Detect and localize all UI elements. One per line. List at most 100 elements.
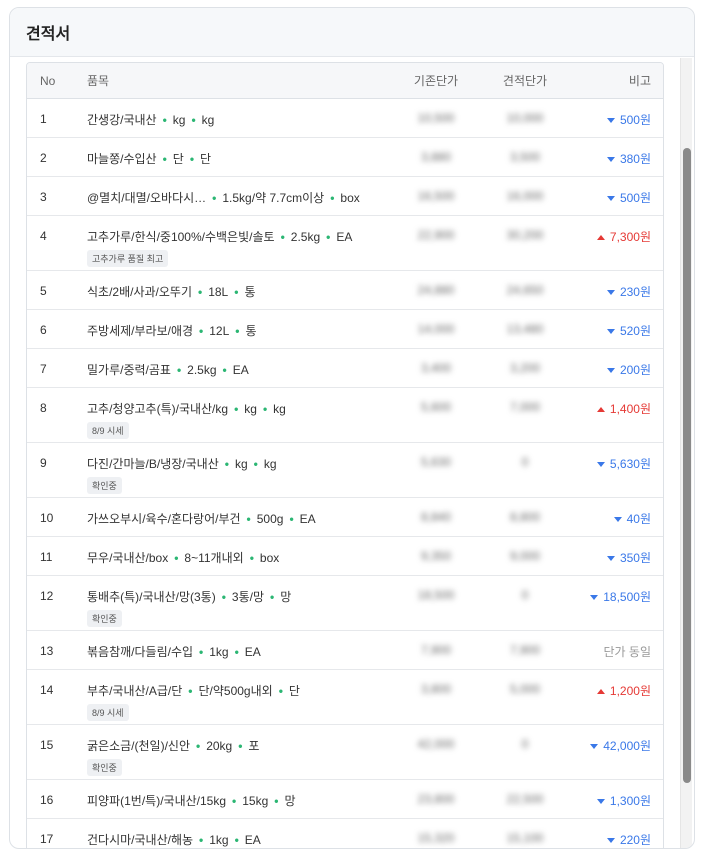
table-row[interactable]: 7 밀가루/중력/곰표 • 2.5kg • EA 3,400 3,200 200원 [27, 349, 663, 388]
item-name: 간생강/국내산 [87, 113, 157, 127]
cell-base-price: 15,320 [417, 831, 455, 845]
note-value: 220원 [619, 833, 651, 847]
item-unit: kg [263, 457, 277, 471]
item-name: 고추가루/한식/중100%/수백은빛/솔토 [87, 230, 275, 244]
cell-est-price: 0 [521, 455, 529, 469]
cell-base-price: 5,600 [420, 400, 452, 414]
panel-header: 견적서 [10, 8, 694, 57]
cell-note: 230원 [568, 271, 663, 300]
cell-no: 10 [40, 511, 54, 525]
cell-no: 4 [40, 229, 47, 243]
item-unit: EA [232, 363, 249, 377]
note-value: 380원 [619, 152, 651, 166]
cell-item: 건다시마/국내산/해농 • 1kg • EA [87, 819, 390, 848]
item-name: 볶음참깨/다들림/수입 [87, 645, 194, 659]
cell-est-price: 7,000 [509, 400, 541, 414]
decrease-icon [596, 462, 605, 468]
item-spec: kg [234, 457, 248, 471]
table-row[interactable]: 8 고추/청양고추(특)/국내산/kg • kg • kg 8/9 시세 5,600 7,000… [27, 388, 663, 443]
cell-est-price: 13,480 [506, 322, 544, 336]
cell-note: 18,500원 [568, 576, 663, 605]
note-value: 230원 [619, 285, 651, 299]
table-row[interactable]: 2 마늘쫑/수입산 • 단 • 단 3,880 3,500 380원 [27, 138, 663, 177]
separator-dot: • [269, 590, 275, 604]
decrease-icon [606, 368, 615, 374]
cell-est-price: 8,800 [509, 510, 541, 524]
cell-item: 고추/청양고추(특)/국내산/kg • kg • kg 8/9 시세 [87, 388, 390, 439]
item-unit: kg [201, 113, 215, 127]
item-unit: 포 [248, 739, 260, 753]
item-unit: 통 [244, 285, 256, 299]
cell-base-price: 3,800 [420, 682, 452, 696]
separator-dot: • [221, 590, 226, 604]
table-row[interactable]: 16 피양파(1번/특)/국내산/15kg • 15kg • 망 23,800 22,500 1… [27, 780, 663, 819]
cell-base-price: 3,880 [420, 150, 452, 164]
quote-panel: 견적서 No 품목 기존단가 견적단가 비고 1 간생강/국내산 • kg • kg 10,… [9, 7, 695, 849]
note-value: 500원 [619, 113, 651, 127]
table-row[interactable]: 14 부추/국내산/A급/단 • 단/약500g내외 • 단 8/9 시세 3,800 5,00… [27, 670, 663, 725]
cell-item: 무우/국내산/box • 8~11개내외 • box [87, 537, 390, 566]
table-row[interactable]: 1 간생강/국내산 • kg • kg 10,500 10,000 500원 [27, 99, 663, 138]
note-value: 1,200원 [609, 684, 651, 698]
item-spec: 18L [208, 285, 229, 299]
table-row[interactable]: 5 식초/2배/사과/오뚜기 • 18L • 통 24,880 24,650 230원 [27, 271, 663, 310]
note-value: 단가 동일 [603, 645, 652, 659]
table-row[interactable]: 4 고추가루/한식/중100%/수백은빛/솔토 • 2.5kg • EA 고추가루 품질 최… [27, 216, 663, 271]
table-row[interactable]: 12 통배추(특)/국내산/망(3통) • 3통/망 • 망 확인중 18,500 0 18,50… [27, 576, 663, 631]
separator-dot: • [326, 230, 331, 244]
cell-base-price: 23,800 [417, 792, 455, 806]
separator-dot: • [234, 645, 239, 659]
col-header-est-price: 견적단가 [502, 74, 548, 88]
cell-note: 7,300원 [568, 216, 663, 245]
cell-item: 밀가루/중력/곰표 • 2.5kg • EA [87, 349, 390, 378]
scrollbar-thumb[interactable] [683, 148, 691, 783]
table-row[interactable]: 6 주방세제/부라보/애경 • 12L • 통 14,000 13,480 520원 [27, 310, 663, 349]
table-row[interactable]: 11 무우/국내산/box • 8~11개내외 • box 9,350 9,000 350원 [27, 537, 663, 576]
scrollbar-track[interactable] [680, 58, 692, 848]
item-name: 주방세제/부라보/애경 [87, 324, 194, 338]
item-spec: kg [244, 402, 257, 416]
item-name: 다진/간마늘/B/냉장/국내산 [87, 457, 219, 471]
cell-no: 3 [40, 190, 47, 204]
cell-est-price: 7,900 [509, 643, 541, 657]
separator-dot: • [246, 512, 251, 526]
cell-est-price: 30,200 [506, 228, 544, 242]
separator-dot: • [232, 794, 237, 808]
cell-note: 1,300원 [568, 780, 663, 809]
table-row[interactable]: 10 가쓰오부시/육수/혼다랑어/부건 • 500g • EA 8,840 8,800 40원 [27, 498, 663, 537]
separator-dot: • [249, 551, 254, 565]
separator-dot: • [199, 645, 204, 659]
increase-icon [596, 689, 605, 695]
item-name: 부추/국내산/A급/단 [87, 684, 183, 698]
table-body: 1 간생강/국내산 • kg • kg 10,500 10,000 500원 2 마늘쫑/수입산 • 단… [27, 99, 663, 848]
cell-base-price: 3,400 [420, 361, 452, 375]
table-row[interactable]: 15 굵은소금/(천일)/신안 • 20kg • 포 확인중 42,000 0 42,000원 [27, 725, 663, 780]
table-row[interactable]: 17 건다시마/국내산/해농 • 1kg • EA 15,320 15,100 220원 [27, 819, 663, 848]
table-row[interactable]: 9 다진/간마늘/B/냉장/국내산 • kg • kg 확인중 5,630 0 5,630원 [27, 443, 663, 498]
cell-base-price: 8,840 [420, 510, 452, 524]
cell-no: 13 [40, 644, 54, 658]
decrease-icon [606, 556, 615, 562]
separator-dot: • [222, 363, 227, 377]
separator-dot: • [274, 794, 279, 808]
table-row[interactable]: 3 @멸치/대멸/오바다시… • 1.5kg/약 7.7cm이상 • box 16,500 1… [27, 177, 663, 216]
cell-item: 볶음참깨/다들림/수입 • 1kg • EA [87, 631, 390, 660]
separator-dot: • [212, 191, 217, 205]
item-spec: 2.5kg [187, 363, 217, 377]
decrease-icon [606, 838, 615, 844]
cell-no: 16 [40, 793, 54, 807]
cell-note: 42,000원 [568, 725, 663, 754]
item-name: 무우/국내산/box [87, 551, 169, 565]
cell-note: 단가 동일 [568, 631, 663, 660]
item-unit: EA [299, 512, 316, 526]
decrease-icon [606, 290, 615, 296]
cell-note: 500원 [568, 99, 663, 128]
item-tag: 확인중 [87, 759, 122, 776]
note-value: 350원 [619, 551, 651, 565]
cell-item: 마늘쫑/수입산 • 단 • 단 [87, 138, 390, 167]
col-header-no: No [40, 73, 56, 88]
col-header-note: 비고 [628, 74, 651, 88]
table-row[interactable]: 13 볶음참깨/다들림/수입 • 1kg • EA 7,900 7,900 단가 동일 [27, 631, 663, 670]
note-value: 500원 [619, 191, 651, 205]
note-value: 5,630원 [609, 457, 651, 471]
